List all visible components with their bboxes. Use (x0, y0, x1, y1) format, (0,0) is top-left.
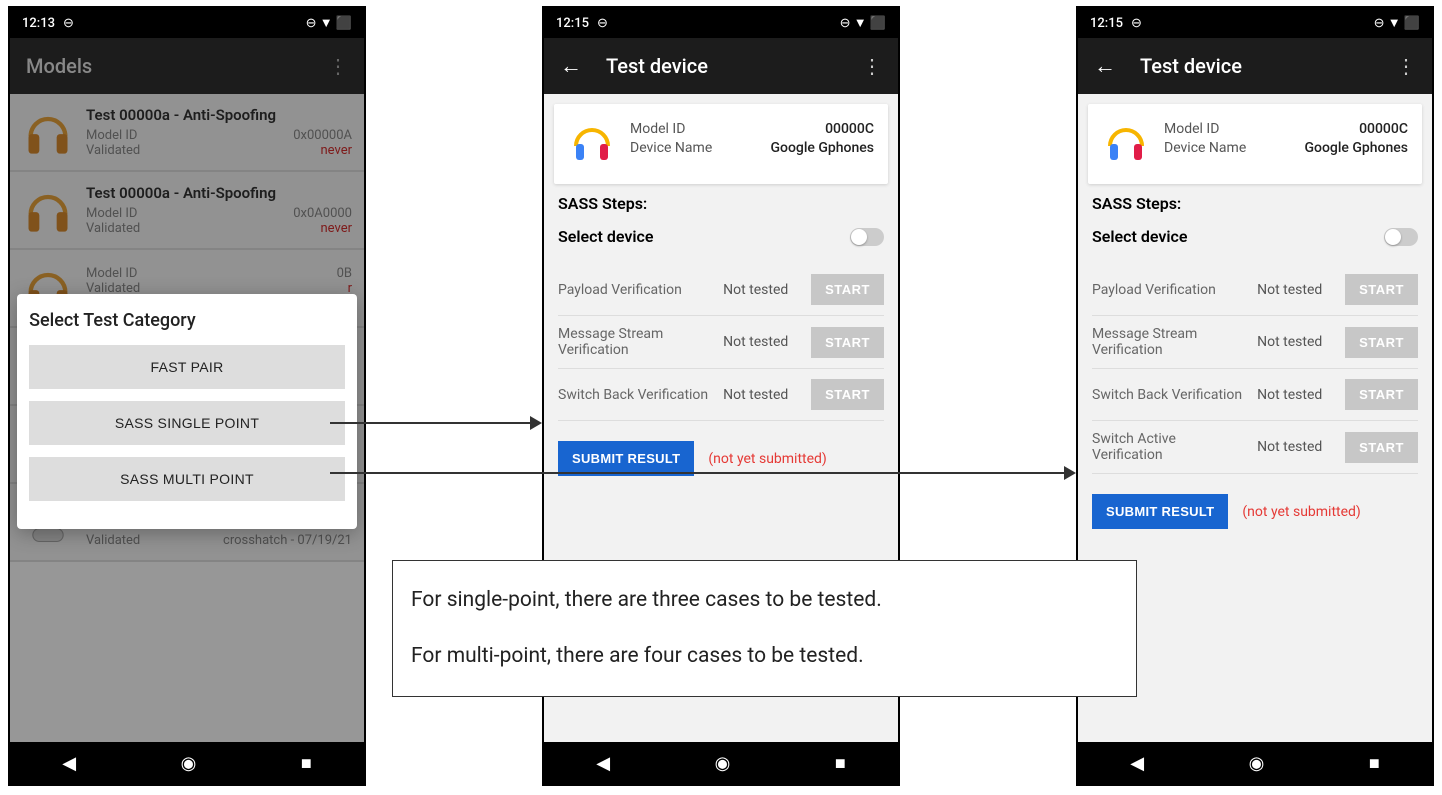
start-button[interactable]: START (1345, 274, 1418, 305)
submit-status: (not yet submitted) (1242, 504, 1360, 520)
nav-recent-icon[interactable]: ■ (1369, 753, 1380, 774)
option-sass-multi[interactable]: SASS MULTI POINT (29, 457, 345, 501)
start-button[interactable]: START (1345, 379, 1418, 410)
submit-status: (not yet submitted) (708, 451, 826, 467)
start-button[interactable]: START (811, 274, 884, 305)
status-bar: 12:13 ⊖ ⊖ ▼ ⬛ (10, 8, 364, 38)
appbar-title: Models (26, 54, 328, 78)
start-button[interactable]: START (811, 327, 884, 358)
test-row: Payload Verification Not tested START (558, 264, 884, 316)
sass-steps-title: SASS Steps: (1092, 194, 1418, 213)
app-bar: ← Test device ⋮ (544, 38, 898, 94)
nav-recent-icon[interactable]: ■ (301, 753, 312, 774)
status-time: 12:15 (1090, 16, 1123, 31)
nav-back-icon[interactable]: ◀ (62, 753, 76, 774)
more-icon[interactable]: ⋮ (328, 54, 348, 78)
device-name-value: Google Gphones (770, 140, 874, 156)
back-icon[interactable]: ← (1094, 53, 1116, 79)
device-name-label: Device Name (630, 140, 712, 156)
appbar-title: Test device (1140, 54, 1396, 78)
test-row: Message Stream Verification Not tested STA… (1092, 316, 1418, 369)
test-row: Switch Back Verification Not tested START (558, 369, 884, 421)
nav-bar: ◀ ◉ ■ (544, 742, 898, 784)
caption-line-1: For single-point, there are three cases … (411, 585, 1118, 617)
arrow-single-point (330, 418, 542, 428)
phone-models: 12:13 ⊖ ⊖ ▼ ⬛ Models ⋮ Test 00000a - Ant… (8, 6, 366, 786)
nav-back-icon[interactable]: ◀ (596, 753, 610, 774)
nav-home-icon[interactable]: ◉ (1249, 753, 1265, 774)
model-id-label: Model ID (1164, 121, 1219, 137)
model-id-label: Model ID (630, 121, 685, 137)
option-fast-pair[interactable]: FAST PAIR (29, 345, 345, 389)
nav-recent-icon[interactable]: ■ (835, 753, 846, 774)
status-icons: ⊖ ▼ ⬛ (306, 15, 352, 31)
test-status: Not tested (1257, 387, 1337, 403)
model-id-value: 00000C (1359, 121, 1408, 137)
nav-home-icon[interactable]: ◉ (715, 753, 731, 774)
more-icon[interactable]: ⋮ (862, 54, 882, 78)
headphones-icon (568, 118, 616, 170)
back-icon[interactable]: ← (560, 53, 582, 79)
arrow-multi-point (330, 468, 1076, 478)
select-device-toggle[interactable] (850, 228, 884, 246)
start-button[interactable]: START (811, 379, 884, 410)
nav-back-icon[interactable]: ◀ (1130, 753, 1144, 774)
status-bar: 12:15 ⊖ ⊖ ▼ ⬛ (1078, 8, 1432, 38)
test-status: Not tested (1257, 334, 1337, 350)
headphones-icon (1102, 118, 1150, 170)
test-status: Not tested (1257, 282, 1337, 298)
status-time: 12:13 (22, 16, 55, 31)
test-name: Switch Back Verification (1092, 387, 1249, 403)
submit-result-button[interactable]: SUBMIT RESULT (1092, 494, 1228, 529)
status-icon: ⊖ (63, 16, 74, 31)
device-name-value: Google Gphones (1304, 140, 1408, 156)
app-bar: ← Test device ⋮ (1078, 38, 1432, 94)
nav-bar: ◀ ◉ ■ (10, 742, 364, 784)
test-name: Message Stream Verification (1092, 326, 1249, 358)
nav-home-icon[interactable]: ◉ (181, 753, 197, 774)
test-name: Payload Verification (558, 282, 715, 298)
test-row: Switch Back Verification Not tested START (1092, 369, 1418, 421)
app-bar: Models ⋮ (10, 38, 364, 94)
start-button[interactable]: START (1345, 327, 1418, 358)
select-device-label: Select device (558, 227, 653, 246)
test-row: Message Stream Verification Not tested STA… (558, 316, 884, 369)
content: Test 00000a - Anti-SpoofingModel ID0x000… (10, 94, 364, 742)
test-name: Message Stream Verification (558, 326, 715, 358)
test-status: Not tested (723, 387, 803, 403)
select-device-toggle[interactable] (1384, 228, 1418, 246)
caption-line-2: For multi-point, there are four cases to… (411, 641, 1118, 673)
nav-bar: ◀ ◉ ■ (1078, 742, 1432, 784)
device-name-label: Device Name (1164, 140, 1246, 156)
test-name: Payload Verification (1092, 282, 1249, 298)
device-card: Model ID 00000C Device Name Google Gphones (554, 104, 888, 184)
test-status: Not tested (723, 334, 803, 350)
status-bar: 12:15 ⊖ ⊖ ▼ ⬛ (544, 8, 898, 38)
status-icon: ⊖ (1131, 16, 1142, 31)
test-name: Switch Back Verification (558, 387, 715, 403)
test-row: Payload Verification Not tested START (1092, 264, 1418, 316)
test-status: Not tested (723, 282, 803, 298)
status-time: 12:15 (556, 16, 589, 31)
device-card: Model ID 00000C Device Name Google Gphones (1088, 104, 1422, 184)
start-button[interactable]: START (1345, 432, 1418, 463)
model-id-value: 00000C (825, 121, 874, 137)
sass-steps-title: SASS Steps: (558, 194, 884, 213)
test-row: Switch Active Verification Not tested STAR… (1092, 421, 1418, 474)
status-icons: ⊖ ▼ ⬛ (840, 15, 886, 31)
caption-box: For single-point, there are three cases … (392, 560, 1137, 697)
status-icons: ⊖ ▼ ⬛ (1374, 15, 1420, 31)
test-name: Switch Active Verification (1092, 431, 1249, 463)
status-icon: ⊖ (597, 16, 608, 31)
option-sass-single[interactable]: SASS SINGLE POINT (29, 401, 345, 445)
select-device-label: Select device (1092, 227, 1187, 246)
more-icon[interactable]: ⋮ (1396, 54, 1416, 78)
select-test-dialog: Select Test Category FAST PAIR SASS SING… (17, 294, 357, 529)
dialog-title: Select Test Category (29, 310, 345, 331)
appbar-title: Test device (606, 54, 862, 78)
test-status: Not tested (1257, 439, 1337, 455)
